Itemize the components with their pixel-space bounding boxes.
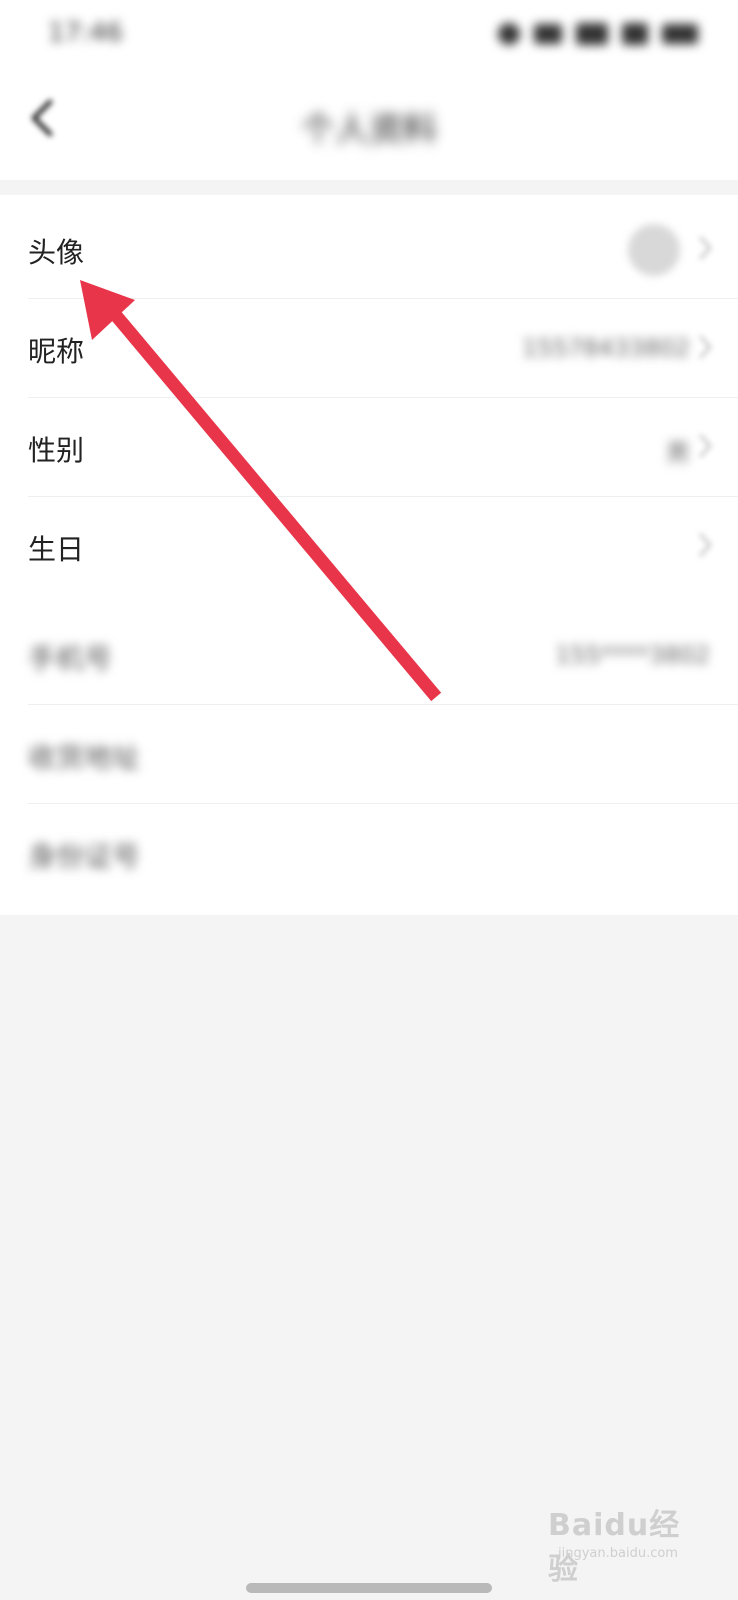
battery-icon: [662, 24, 698, 44]
profile-row-phone[interactable]: 手机号 155****3802: [0, 605, 738, 705]
alarm-icon: [498, 23, 520, 45]
profile-row-avatar[interactable]: 头像: [0, 199, 738, 299]
avatar[interactable]: [628, 224, 680, 276]
profile-row-id-number[interactable]: 身份证号: [0, 803, 738, 903]
profile-row-gender[interactable]: 性别 男: [0, 397, 738, 497]
profile-row-address[interactable]: 收货地址: [0, 704, 738, 804]
row-label: 性别: [28, 434, 85, 467]
row-label: 昵称: [28, 335, 85, 368]
row-value: 15578433802: [522, 334, 690, 362]
nav-bar: 个人资料: [0, 68, 738, 180]
profile-list: 头像 昵称 15578433802 性别 男 生日 手机号 155****380…: [0, 195, 738, 915]
watermark-logo: Baidu经验 jingyan.baidu.com: [548, 1490, 698, 1587]
status-icons: [468, 20, 698, 48]
page-title: 个人资料: [301, 110, 437, 150]
row-label: 收货地址: [28, 741, 141, 774]
profile-row-birthday[interactable]: 生日: [0, 496, 738, 596]
wifi-icon: [534, 24, 562, 44]
watermark-url: jingyan.baidu.com: [558, 1546, 678, 1561]
home-indicator[interactable]: [246, 1583, 492, 1593]
chevron-right-icon: [699, 335, 712, 359]
profile-row-nickname[interactable]: 昵称 15578433802: [0, 298, 738, 398]
signal-icon: [576, 23, 608, 45]
row-label: 身份证号: [28, 840, 141, 873]
network-icon: [622, 23, 648, 45]
chevron-right-icon: [699, 236, 712, 260]
status-time: 17:46: [48, 18, 123, 48]
chevron-right-icon: [699, 434, 712, 458]
row-label: 手机号: [28, 642, 113, 675]
row-label: 生日: [28, 533, 85, 566]
status-bar: 17:46: [0, 0, 738, 68]
row-value: 155****3802: [555, 641, 710, 669]
watermark-text: Baidu经验: [548, 1508, 681, 1587]
chevron-right-icon: [699, 533, 712, 557]
row-value: 男: [666, 439, 690, 467]
row-label: 头像: [28, 236, 85, 269]
